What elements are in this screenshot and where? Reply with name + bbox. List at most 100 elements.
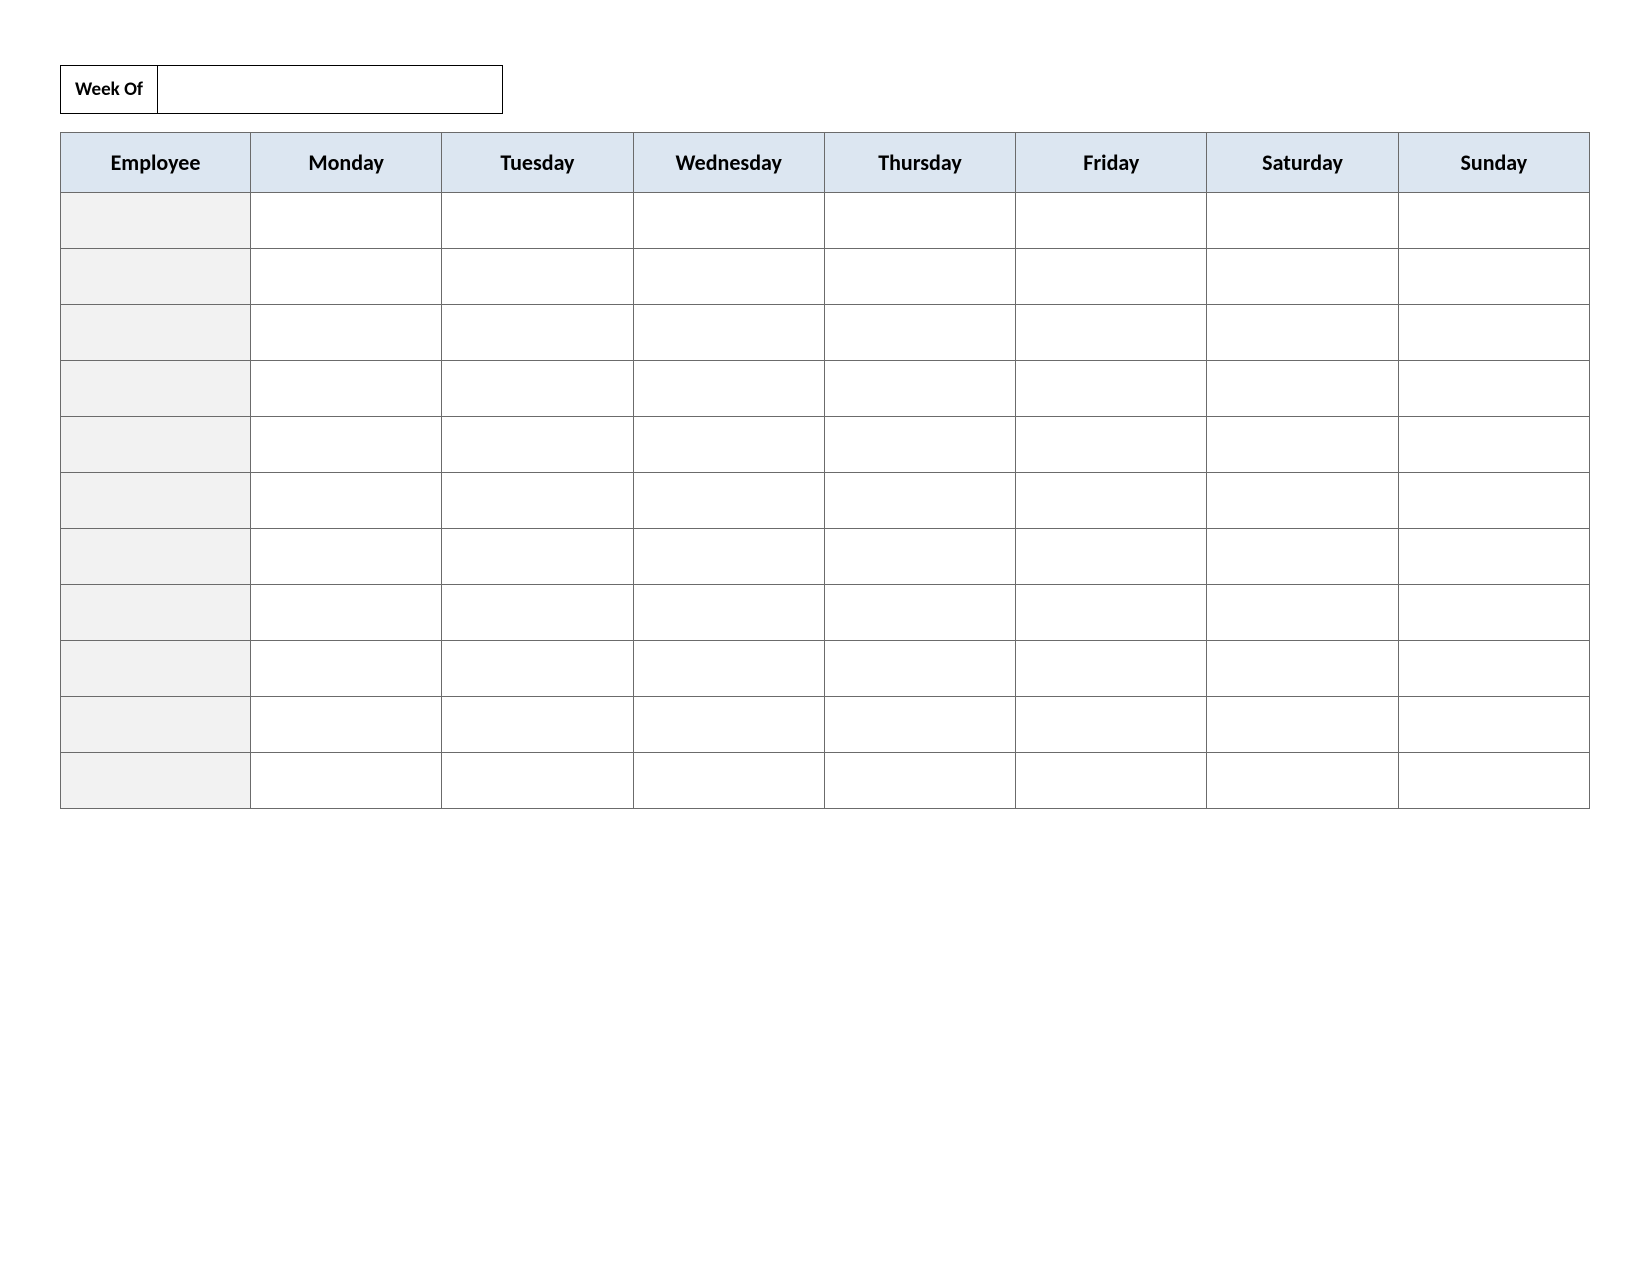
day-cell[interactable] — [251, 305, 442, 361]
day-cell[interactable] — [442, 417, 633, 473]
schedule-table: Employee Monday Tuesday Wednesday Thursd… — [60, 132, 1590, 809]
employee-cell[interactable] — [61, 753, 251, 809]
day-cell[interactable] — [1016, 361, 1207, 417]
day-cell[interactable] — [442, 193, 633, 249]
day-cell[interactable] — [1398, 641, 1589, 697]
day-cell[interactable] — [442, 697, 633, 753]
employee-cell[interactable] — [61, 361, 251, 417]
day-cell[interactable] — [251, 417, 442, 473]
day-cell[interactable] — [442, 473, 633, 529]
day-cell[interactable] — [1207, 753, 1398, 809]
employee-cell[interactable] — [61, 697, 251, 753]
day-cell[interactable] — [633, 305, 824, 361]
day-cell[interactable] — [442, 585, 633, 641]
day-cell[interactable] — [824, 249, 1015, 305]
table-row — [61, 473, 1590, 529]
day-cell[interactable] — [633, 585, 824, 641]
day-cell[interactable] — [1207, 361, 1398, 417]
day-cell[interactable] — [633, 193, 824, 249]
table-row — [61, 249, 1590, 305]
day-cell[interactable] — [1016, 697, 1207, 753]
day-cell[interactable] — [1398, 529, 1589, 585]
day-cell[interactable] — [1207, 473, 1398, 529]
employee-cell[interactable] — [61, 305, 251, 361]
day-cell[interactable] — [633, 249, 824, 305]
employee-cell[interactable] — [61, 529, 251, 585]
employee-cell[interactable] — [61, 641, 251, 697]
day-cell[interactable] — [1398, 473, 1589, 529]
header-saturday: Saturday — [1207, 133, 1398, 193]
day-cell[interactable] — [251, 473, 442, 529]
employee-cell[interactable] — [61, 585, 251, 641]
day-cell[interactable] — [1016, 585, 1207, 641]
day-cell[interactable] — [633, 529, 824, 585]
day-cell[interactable] — [1016, 249, 1207, 305]
day-cell[interactable] — [251, 753, 442, 809]
table-row — [61, 417, 1590, 473]
day-cell[interactable] — [1016, 473, 1207, 529]
day-cell[interactable] — [633, 697, 824, 753]
day-cell[interactable] — [251, 193, 442, 249]
day-cell[interactable] — [442, 305, 633, 361]
day-cell[interactable] — [633, 417, 824, 473]
day-cell[interactable] — [442, 753, 633, 809]
day-cell[interactable] — [824, 305, 1015, 361]
day-cell[interactable] — [1016, 417, 1207, 473]
employee-cell[interactable] — [61, 193, 251, 249]
header-sunday: Sunday — [1398, 133, 1589, 193]
employee-cell[interactable] — [61, 249, 251, 305]
day-cell[interactable] — [824, 529, 1015, 585]
day-cell[interactable] — [1016, 529, 1207, 585]
day-cell[interactable] — [824, 473, 1015, 529]
header-wednesday: Wednesday — [633, 133, 824, 193]
day-cell[interactable] — [251, 249, 442, 305]
day-cell[interactable] — [824, 417, 1015, 473]
table-row — [61, 305, 1590, 361]
day-cell[interactable] — [824, 361, 1015, 417]
table-body — [61, 193, 1590, 809]
day-cell[interactable] — [633, 753, 824, 809]
day-cell[interactable] — [251, 361, 442, 417]
day-cell[interactable] — [824, 641, 1015, 697]
day-cell[interactable] — [1207, 529, 1398, 585]
day-cell[interactable] — [442, 529, 633, 585]
day-cell[interactable] — [633, 361, 824, 417]
table-row — [61, 361, 1590, 417]
day-cell[interactable] — [1207, 193, 1398, 249]
day-cell[interactable] — [1398, 193, 1589, 249]
day-cell[interactable] — [1016, 641, 1207, 697]
day-cell[interactable] — [1207, 305, 1398, 361]
day-cell[interactable] — [633, 641, 824, 697]
day-cell[interactable] — [633, 473, 824, 529]
day-cell[interactable] — [1398, 585, 1589, 641]
day-cell[interactable] — [442, 249, 633, 305]
day-cell[interactable] — [1016, 193, 1207, 249]
employee-cell[interactable] — [61, 473, 251, 529]
day-cell[interactable] — [251, 529, 442, 585]
employee-cell[interactable] — [61, 417, 251, 473]
day-cell[interactable] — [1398, 305, 1589, 361]
day-cell[interactable] — [1398, 417, 1589, 473]
day-cell[interactable] — [1207, 249, 1398, 305]
day-cell[interactable] — [1207, 641, 1398, 697]
day-cell[interactable] — [1398, 361, 1589, 417]
day-cell[interactable] — [824, 753, 1015, 809]
day-cell[interactable] — [1207, 417, 1398, 473]
day-cell[interactable] — [1398, 753, 1589, 809]
day-cell[interactable] — [251, 697, 442, 753]
day-cell[interactable] — [824, 585, 1015, 641]
day-cell[interactable] — [1016, 305, 1207, 361]
day-cell[interactable] — [824, 193, 1015, 249]
day-cell[interactable] — [1398, 697, 1589, 753]
table-row — [61, 641, 1590, 697]
day-cell[interactable] — [824, 697, 1015, 753]
day-cell[interactable] — [442, 361, 633, 417]
week-of-input[interactable] — [158, 65, 503, 114]
day-cell[interactable] — [442, 641, 633, 697]
day-cell[interactable] — [251, 641, 442, 697]
day-cell[interactable] — [251, 585, 442, 641]
day-cell[interactable] — [1016, 753, 1207, 809]
day-cell[interactable] — [1398, 249, 1589, 305]
day-cell[interactable] — [1207, 697, 1398, 753]
day-cell[interactable] — [1207, 585, 1398, 641]
